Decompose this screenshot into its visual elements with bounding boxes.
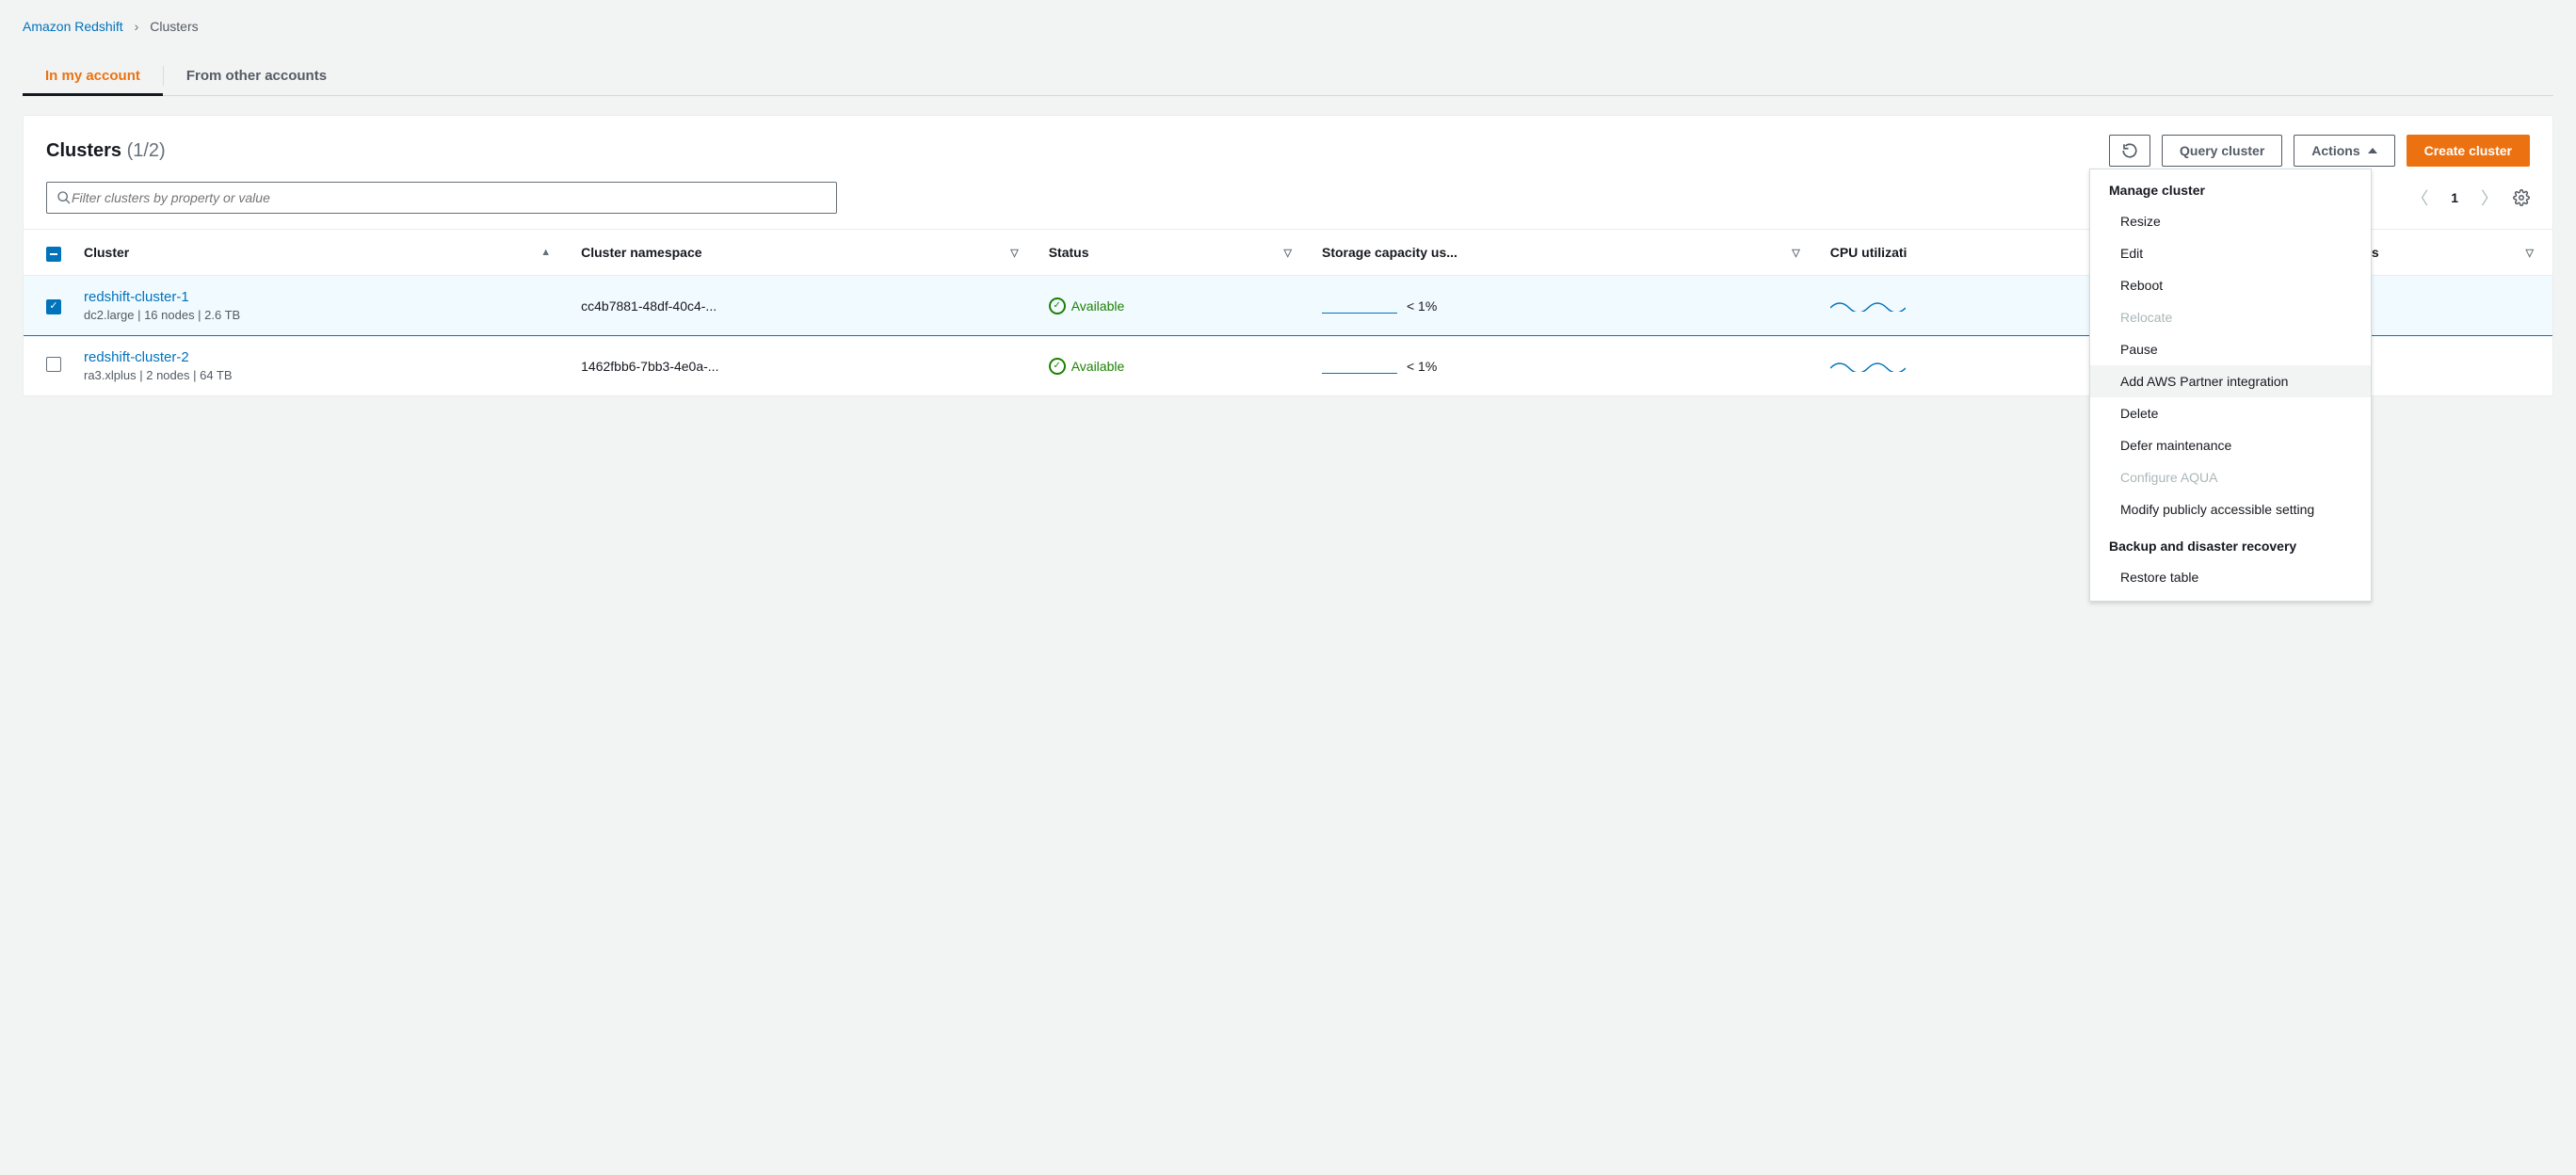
pager-prev[interactable]: 〈: [2411, 185, 2428, 210]
column-cpu[interactable]: CPU utilizati: [1819, 230, 2117, 276]
panel-count: (1/2): [127, 140, 166, 161]
dropdown-item-delete[interactable]: Delete: [2090, 397, 2371, 429]
dropdown-item-defer-maintenance[interactable]: Defer maintenance: [2090, 429, 2371, 461]
breadcrumb-current: Clusters: [150, 19, 198, 34]
pager-next[interactable]: 〉: [2481, 185, 2498, 210]
column-storage[interactable]: Storage capacity us... ▽: [1311, 230, 1819, 276]
column-namespace[interactable]: Cluster namespace ▽: [570, 230, 1038, 276]
dropdown-item-modify-publicly-accessible-setting[interactable]: Modify publicly accessible setting: [2090, 493, 2371, 525]
status-available-icon: ✓: [1049, 298, 1066, 314]
chevron-right-icon: ›: [135, 19, 139, 34]
clusters-panel: Clusters (1/2) Query cluster Actions: [23, 115, 2553, 396]
sort-icon: ▽: [2526, 247, 2534, 259]
search-input[interactable]: [72, 190, 827, 205]
select-all-checkbox[interactable]: [46, 247, 61, 262]
column-cluster-label: Cluster: [84, 245, 129, 260]
dropdown-item-relocate: Relocate: [2090, 301, 2371, 333]
actions-button[interactable]: Actions: [2294, 135, 2394, 167]
checkmark-icon: ✓: [49, 301, 57, 312]
namespace-cell: cc4b7881-48df-40c4-...: [570, 276, 1038, 336]
cluster-subtext: dc2.large | 16 nodes | 2.6 TB: [84, 308, 558, 322]
dropdown-header-manage: Manage cluster: [2090, 169, 2371, 205]
column-cluster[interactable]: Cluster ▲: [72, 230, 570, 276]
column-cpu-label: CPU utilizati: [1830, 245, 1908, 260]
account-tabs: In my account From other accounts: [23, 56, 2553, 96]
breadcrumb-root[interactable]: Amazon Redshift: [23, 19, 123, 34]
pager-page: 1: [2443, 190, 2466, 205]
dropdown-header-backup: Backup and disaster recovery: [2090, 525, 2371, 561]
column-status-label: Status: [1049, 245, 1089, 260]
actions-button-label: Actions: [2311, 143, 2359, 158]
status-cell: ✓ Available: [1049, 358, 1299, 375]
sparkline: [1322, 359, 1397, 374]
cluster-subtext: ra3.xlplus | 2 nodes | 64 TB: [84, 368, 558, 382]
status-cell: ✓ Available: [1049, 298, 1299, 314]
settings-icon[interactable]: [2513, 189, 2530, 206]
refresh-icon: [2121, 142, 2138, 159]
cluster-name-link[interactable]: redshift-cluster-2: [84, 349, 189, 365]
dropdown-item-add-aws-partner-integration[interactable]: Add AWS Partner integration: [2090, 365, 2371, 397]
tab-from-other-accounts[interactable]: From other accounts: [164, 56, 349, 95]
cpu-sparkline: [1830, 360, 1906, 375]
refresh-button[interactable]: [2109, 135, 2150, 167]
sort-icon: ▽: [1792, 247, 1799, 259]
namespace-cell: 1462fbb6-7bb3-4e0a-...: [570, 336, 1038, 396]
row-checkbox[interactable]: [46, 357, 61, 372]
status-text: Available: [1071, 359, 1125, 374]
query-cluster-button[interactable]: Query cluster: [2162, 135, 2282, 167]
sort-asc-icon: ▲: [540, 247, 551, 258]
status-available-icon: ✓: [1049, 358, 1066, 375]
search-input-wrapper[interactable]: [46, 182, 837, 214]
cpu-sparkline: [1830, 299, 1906, 314]
dropdown-item-resize[interactable]: Resize: [2090, 205, 2371, 237]
search-icon: [56, 190, 72, 205]
sort-icon: ▽: [1010, 247, 1018, 259]
storage-value: < 1%: [1407, 298, 1437, 314]
caret-up-icon: [2368, 148, 2377, 153]
status-text: Available: [1071, 298, 1125, 314]
dropdown-item-reboot[interactable]: Reboot: [2090, 269, 2371, 301]
column-status[interactable]: Status ▽: [1038, 230, 1311, 276]
cluster-name-link[interactable]: redshift-cluster-1: [84, 289, 189, 305]
row-checkbox[interactable]: ✓: [46, 299, 61, 314]
breadcrumb: Amazon Redshift › Clusters: [23, 19, 2553, 34]
dropdown-item-restore-table[interactable]: Restore table: [2090, 561, 2371, 593]
actions-dropdown: Manage cluster ResizeEditRebootRelocateP…: [2089, 169, 2372, 602]
column-storage-label: Storage capacity us...: [1322, 245, 1457, 260]
dropdown-item-edit[interactable]: Edit: [2090, 237, 2371, 269]
create-cluster-button[interactable]: Create cluster: [2407, 135, 2530, 167]
tab-in-my-account[interactable]: In my account: [23, 56, 163, 95]
dropdown-item-pause[interactable]: Pause: [2090, 333, 2371, 365]
sort-icon: ▽: [1284, 247, 1292, 259]
panel-title-text: Clusters: [46, 140, 121, 161]
storage-value: < 1%: [1407, 359, 1437, 374]
sparkline: [1322, 298, 1397, 314]
dropdown-item-configure-aqua: Configure AQUA: [2090, 461, 2371, 493]
panel-title: Clusters (1/2): [46, 140, 166, 162]
column-namespace-label: Cluster namespace: [581, 245, 701, 260]
